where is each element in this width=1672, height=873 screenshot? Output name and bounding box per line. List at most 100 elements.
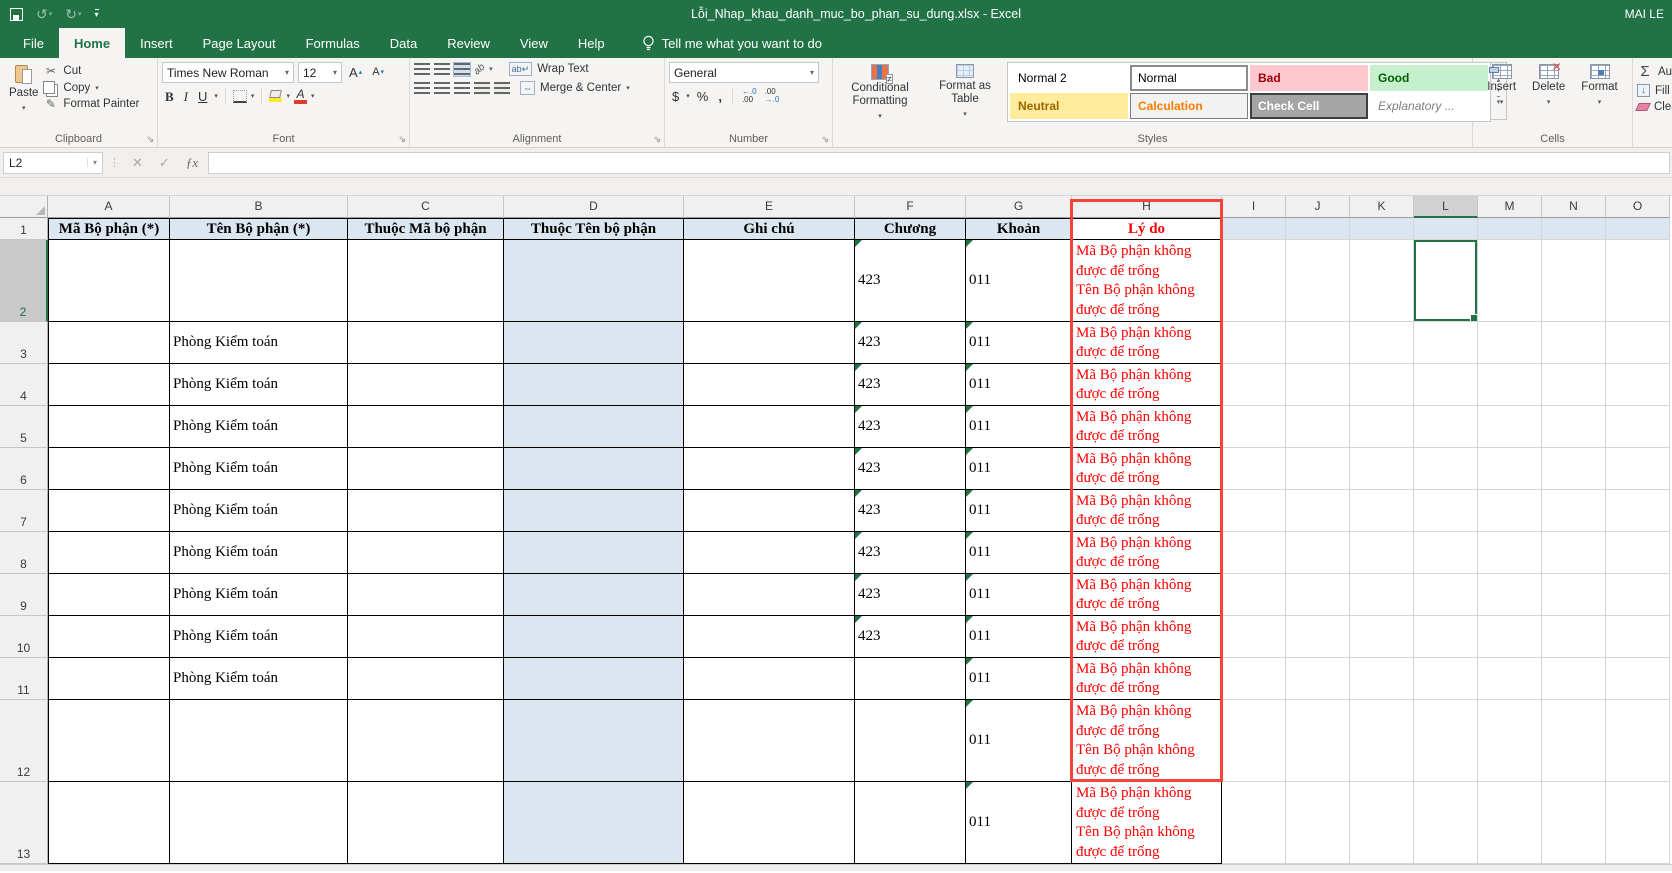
cell-J3[interactable] (1286, 322, 1350, 364)
cell-L4[interactable] (1414, 364, 1478, 406)
cell-A13[interactable] (48, 782, 170, 864)
alignment-dialog-launcher-icon[interactable]: ⇘ (653, 134, 661, 145)
cell-L12[interactable] (1414, 700, 1478, 782)
cell-O6[interactable] (1606, 448, 1670, 490)
cell-N3[interactable] (1542, 322, 1606, 364)
cut-button[interactable]: ✂Cut (43, 64, 139, 78)
cell-A7[interactable] (48, 490, 170, 532)
cell-I9[interactable] (1222, 574, 1286, 616)
cell-J4[interactable] (1286, 364, 1350, 406)
cell-A5[interactable] (48, 406, 170, 448)
cell-O8[interactable] (1606, 532, 1670, 574)
cell-B5[interactable]: Phòng Kiểm toán (170, 406, 348, 448)
cell-F7[interactable]: 423 (855, 490, 966, 532)
cell-L8[interactable] (1414, 532, 1478, 574)
cell-E8[interactable] (684, 532, 855, 574)
cell-F9[interactable]: 423 (855, 574, 966, 616)
cell-O4[interactable] (1606, 364, 1670, 406)
bottom-scrollbar-area[interactable] (0, 864, 1672, 871)
cell-H8[interactable]: Mã Bộ phận không được để trống (1072, 532, 1222, 574)
cell-C4[interactable] (348, 364, 504, 406)
cell-D9[interactable] (504, 574, 684, 616)
cell-C7[interactable] (348, 490, 504, 532)
column-header-b[interactable]: B (170, 196, 348, 218)
cell-F10[interactable]: 423 (855, 616, 966, 658)
cell-B10[interactable]: Phòng Kiểm toán (170, 616, 348, 658)
cell-D5[interactable] (504, 406, 684, 448)
cell-A3[interactable] (48, 322, 170, 364)
column-header-g[interactable]: G (966, 196, 1072, 218)
align-bottom-icon[interactable] (454, 63, 470, 76)
cell-A8[interactable] (48, 532, 170, 574)
column-header-c[interactable]: C (348, 196, 504, 218)
cell-E9[interactable] (684, 574, 855, 616)
cell-I3[interactable] (1222, 322, 1286, 364)
cell-E5[interactable] (684, 406, 855, 448)
cell-H13[interactable]: Mã Bộ phận không được để trống Tên Bộ ph… (1072, 782, 1222, 864)
cell-O3[interactable] (1606, 322, 1670, 364)
cell-B3[interactable]: Phòng Kiểm toán (170, 322, 348, 364)
style-check-cell[interactable]: Check Cell (1250, 93, 1368, 119)
comma-style-icon[interactable]: , (715, 89, 725, 104)
cell-C6[interactable] (348, 448, 504, 490)
cell-C8[interactable] (348, 532, 504, 574)
cell-D10[interactable] (504, 616, 684, 658)
cell-O5[interactable] (1606, 406, 1670, 448)
enter-icon[interactable]: ✓ (153, 155, 176, 171)
cell-G7[interactable]: 011 (966, 490, 1072, 532)
cell-A4[interactable] (48, 364, 170, 406)
cell-H5[interactable]: Mã Bộ phận không được để trống (1072, 406, 1222, 448)
underline-dropdown-icon[interactable]: ▾ (214, 92, 218, 100)
cell-H9[interactable]: Mã Bộ phận không được để trống (1072, 574, 1222, 616)
cell-O10[interactable] (1606, 616, 1670, 658)
tell-me[interactable]: Tell me what you want to do (642, 28, 822, 58)
cell-H2[interactable]: Mã Bộ phận không được để trống Tên Bộ ph… (1072, 240, 1222, 322)
conditional-formatting-button[interactable]: Conditional Formatting ▾ (837, 62, 923, 125)
formula-input[interactable] (208, 152, 1670, 174)
cell-H1[interactable]: Lý do (1072, 218, 1222, 240)
fill-color-icon[interactable] (269, 90, 282, 102)
cell-N9[interactable] (1542, 574, 1606, 616)
cell-J1[interactable] (1286, 218, 1350, 240)
cell-C3[interactable] (348, 322, 504, 364)
tab-data[interactable]: Data (375, 28, 432, 58)
cell-F13[interactable] (855, 782, 966, 864)
row-header-2[interactable]: 2 (0, 240, 48, 322)
cell-K6[interactable] (1350, 448, 1414, 490)
cell-M9[interactable] (1478, 574, 1542, 616)
cell-N2[interactable] (1542, 240, 1606, 322)
cell-N7[interactable] (1542, 490, 1606, 532)
column-header-n[interactable]: N (1542, 196, 1606, 218)
row-header-3[interactable]: 3 (0, 322, 48, 364)
cell-L2[interactable] (1414, 240, 1478, 322)
cell-I10[interactable] (1222, 616, 1286, 658)
cell-B12[interactable] (170, 700, 348, 782)
align-right-icon[interactable] (454, 82, 470, 95)
cell-F8[interactable]: 423 (855, 532, 966, 574)
column-header-i[interactable]: I (1222, 196, 1286, 218)
cell-C1[interactable]: Thuộc Mã bộ phận (348, 218, 504, 240)
row-header-4[interactable]: 4 (0, 364, 48, 406)
cell-D13[interactable] (504, 782, 684, 864)
borders-dropdown-icon[interactable]: ▾ (251, 92, 255, 100)
cell-I5[interactable] (1222, 406, 1286, 448)
cell-D6[interactable] (504, 448, 684, 490)
tab-home[interactable]: Home (59, 28, 125, 58)
cell-M1[interactable] (1478, 218, 1542, 240)
cell-O13[interactable] (1606, 782, 1670, 864)
cell-N1[interactable] (1542, 218, 1606, 240)
style-explanatory[interactable]: Explanatory ... (1370, 93, 1488, 119)
cell-C11[interactable] (348, 658, 504, 700)
cell-J7[interactable] (1286, 490, 1350, 532)
cell-O7[interactable] (1606, 490, 1670, 532)
column-header-e[interactable]: E (684, 196, 855, 218)
cell-F3[interactable]: 423 (855, 322, 966, 364)
column-header-o[interactable]: O (1606, 196, 1670, 218)
row-header-1[interactable]: 1 (0, 218, 48, 240)
cell-B13[interactable] (170, 782, 348, 864)
accounting-dropdown-icon[interactable]: ▾ (686, 92, 690, 100)
style-neutral[interactable]: Neutral (1010, 93, 1128, 119)
autosum-button[interactable]: ΣAutoSum (1637, 63, 1672, 80)
increase-decimal-icon[interactable]: ←.0.00 (740, 88, 759, 104)
cell-G8[interactable]: 011 (966, 532, 1072, 574)
